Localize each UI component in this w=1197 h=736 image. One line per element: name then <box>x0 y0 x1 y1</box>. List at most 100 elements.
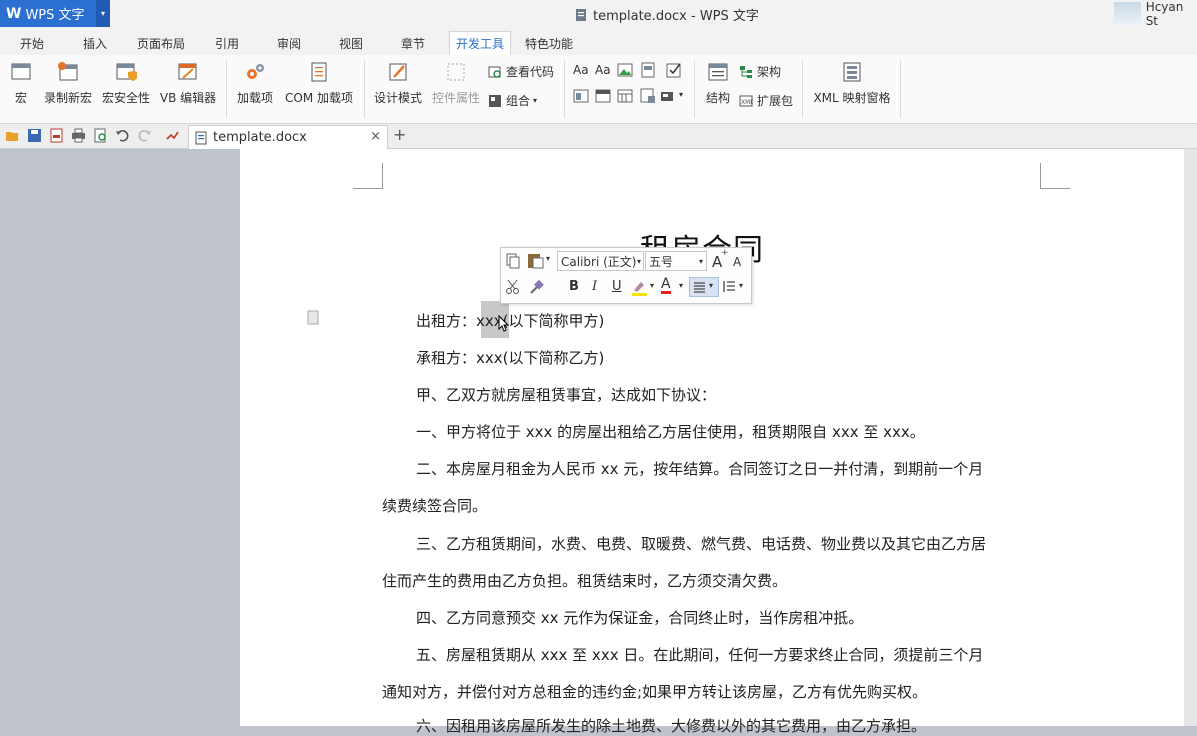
chevron-down-icon[interactable]: ▾ <box>546 254 550 263</box>
ribbon-tabs: 开始 插入 页面布局 引用 审阅 视图 章节 开发工具 特色功能 <box>0 28 1197 57</box>
redo-icon[interactable] <box>137 128 152 143</box>
customize-toolbar-icon[interactable] <box>165 128 180 143</box>
tab-insert[interactable]: 插入 <box>83 35 107 52</box>
bold-button[interactable]: B <box>569 279 579 294</box>
align-justify-button[interactable]: ▾ <box>689 277 719 297</box>
paragraph-lessor[interactable]: 出租方：xxx(以下简称甲方) <box>416 310 604 331</box>
chevron-down-icon[interactable]: ▾ <box>739 281 743 290</box>
underline-button[interactable]: U <box>612 279 622 294</box>
tab-view[interactable]: 视图 <box>339 35 363 52</box>
com-addins-icon <box>311 62 327 82</box>
control-properties-icon <box>447 63 465 81</box>
vertical-scrollbar[interactable] <box>1184 149 1197 726</box>
tab-developer-tools[interactable]: 开发工具 <box>449 31 512 57</box>
macro-security-button[interactable]: 宏安全性 <box>101 55 151 106</box>
undo-icon[interactable] <box>115 128 130 143</box>
tab-special-features[interactable]: 特色功能 <box>525 35 573 52</box>
open-folder-icon[interactable] <box>5 128 20 143</box>
tab-home[interactable]: 开始 <box>20 35 44 52</box>
save-icon[interactable] <box>27 128 42 143</box>
mouse-cursor-icon <box>498 315 510 332</box>
font-name-select[interactable]: Calibri (正文) ▾ <box>557 251 644 271</box>
paste-icon[interactable] <box>527 252 544 269</box>
macro-security-icon <box>116 63 137 81</box>
paragraph-clause-3-cont[interactable]: 住而产生的费用由乙方负担。租赁结束时，乙方须交清欠费。 <box>382 570 787 591</box>
chevron-down-icon: ▾ <box>698 256 703 266</box>
chevron-down-icon: ▾ <box>636 256 641 266</box>
format-painter-icon[interactable] <box>529 279 545 295</box>
chevron-down-icon[interactable]: ▾ <box>650 281 654 290</box>
document-tab-label: template.docx <box>213 130 307 145</box>
plus-icon: + <box>721 248 729 258</box>
macro-button[interactable]: 宏 <box>8 55 34 106</box>
app-name: WPS 文字 <box>25 8 85 23</box>
paragraph-clause-5-cont[interactable]: 通知对方，并偿付对方总租金的违约金;如果甲方转让该房屋，乙方有优先购买权。 <box>382 681 927 702</box>
legacy-tools-icon[interactable] <box>640 88 656 104</box>
chevron-down-icon: ▾ <box>709 281 714 290</box>
combo-box-control-icon[interactable] <box>573 88 589 104</box>
shrink-font-button[interactable]: A <box>733 255 741 269</box>
paragraph-clause-2[interactable]: 二、本房屋月租金为人民币 xx 元，按年结算。合同签订之日一并付清，到期前一个月 <box>416 458 983 479</box>
paragraph-clause-1[interactable]: 一、甲方将位于 xxx 的房屋出租给乙方居住使用，租赁期限自 xxx 至 xxx… <box>416 421 925 442</box>
document-tab[interactable]: template.docx × <box>188 125 388 149</box>
schema-button[interactable]: 架构 <box>739 63 781 80</box>
font-size-select[interactable]: 五号 ▾ <box>645 251 707 271</box>
tab-chapter[interactable]: 章节 <box>401 35 425 52</box>
plain-text-control-icon[interactable]: Aa <box>595 63 611 77</box>
control-properties-button[interactable]: 控件属性 <box>431 55 481 106</box>
design-mode-icon <box>389 63 407 81</box>
export-pdf-icon[interactable] <box>49 128 64 143</box>
vb-editor-button[interactable]: VB 编辑器 <box>159 55 217 106</box>
rich-text-control-icon[interactable]: Aa <box>573 63 589 77</box>
addins-button[interactable]: 加载项 <box>235 55 275 106</box>
line-spacing-icon[interactable] <box>722 280 736 294</box>
italic-button[interactable]: I <box>592 279 597 294</box>
expansion-pack-button[interactable]: XML 扩展包 <box>739 92 793 109</box>
app-menu-dropdown-arrow[interactable]: ▾ <box>96 0 110 27</box>
dropdown-list-control-icon[interactable] <box>595 88 611 104</box>
paragraph-clause-3[interactable]: 三、乙方租赁期间，水费、电费、取暖费、燃气费、电话费、物业费以及其它由乙方居 <box>416 533 986 554</box>
legacy-forms-icon[interactable] <box>660 88 676 104</box>
building-block-control-icon[interactable] <box>640 62 656 78</box>
paragraph-clause-4[interactable]: 四、乙方同意预交 xx 元作为保证金，合同终止时，当作房租冲抵。 <box>416 607 863 628</box>
ribbon-separator <box>226 60 227 118</box>
ribbon-separator <box>364 60 365 118</box>
view-code-button[interactable]: 查看代码 <box>488 63 554 80</box>
checkbox-control-icon[interactable] <box>666 62 682 78</box>
highlight-color-icon[interactable] <box>631 279 649 296</box>
date-picker-control-icon[interactable] <box>617 88 633 104</box>
tab-references[interactable]: 引用 <box>215 35 239 52</box>
print-preview-icon[interactable] <box>93 128 108 143</box>
paragraph-agreement[interactable]: 甲、乙双方就房屋租赁事宜，达成如下协议： <box>416 384 716 405</box>
tab-review[interactable]: 审阅 <box>277 35 301 52</box>
paragraph-clause-5[interactable]: 五、房屋租赁期从 xxx 至 xxx 日。在此期间，任何一方要求终止合同，须提前… <box>416 644 983 665</box>
chevron-down-icon[interactable]: ▾ <box>679 90 683 99</box>
user-account[interactable]: Hcyan St <box>1114 0 1197 28</box>
wps-app-menu-button[interactable]: W WPS 文字 ▾ <box>0 0 110 27</box>
avatar[interactable] <box>1114 1 1141 26</box>
group-button[interactable]: 组合 ▾ <box>488 92 537 109</box>
cut-icon[interactable] <box>505 279 521 295</box>
close-tab-icon[interactable]: × <box>370 129 381 144</box>
record-macro-button[interactable]: 录制新宏 <box>43 55 93 106</box>
xml-mapping-pane-button[interactable]: XML 映射窗格 <box>811 55 893 106</box>
quick-access-toolbar <box>0 124 1197 149</box>
tab-page-layout[interactable]: 页面布局 <box>137 35 185 52</box>
font-color-button[interactable]: A <box>661 277 671 294</box>
user-name[interactable]: Hcyan St <box>1146 0 1197 28</box>
group-icon <box>489 94 501 107</box>
chevron-down-icon[interactable]: ▾ <box>679 281 683 290</box>
picture-control-icon[interactable] <box>617 62 633 78</box>
paragraph-clause-2-cont[interactable]: 续费续签合同。 <box>382 495 487 516</box>
crop-mark-left <box>353 163 383 189</box>
paragraph-lessee[interactable]: 承租方：xxx(以下简称乙方) <box>416 347 604 368</box>
structure-button[interactable]: 结构 <box>704 55 732 106</box>
design-mode-button[interactable]: 设计模式 <box>373 55 423 106</box>
com-addins-button[interactable]: COM 加载项 <box>283 55 355 106</box>
print-icon[interactable] <box>71 128 86 143</box>
copy-icon[interactable] <box>505 253 521 269</box>
paragraph-layout-icon[interactable] <box>306 310 320 325</box>
document-page[interactable]: 租房合同 出租方：xxx(以下简称甲方) 承租方：xxx(以下简称乙方) 甲、乙… <box>240 149 1184 735</box>
new-tab-button[interactable]: + <box>393 125 406 144</box>
ribbon-separator <box>900 60 901 118</box>
